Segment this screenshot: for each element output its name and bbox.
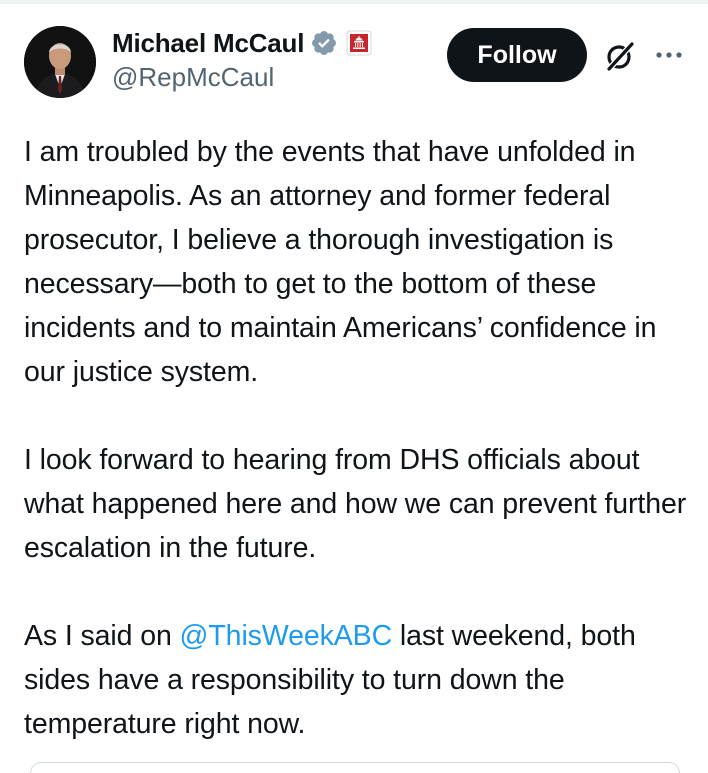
grok-icon[interactable] [604,40,636,72]
handle[interactable]: @RepMcCaul [112,62,372,93]
more-icon[interactable] [652,40,686,70]
tweet-text: I am troubled by the events that have un… [24,130,694,746]
paragraph-3-lead: As I said on [24,620,180,652]
top-divider [0,0,708,4]
us-capitol-badge-icon[interactable] [346,30,372,56]
display-name[interactable]: Michael McCaul [112,28,304,59]
avatar-portrait [24,26,96,98]
tweet-paragraph-1: I am troubled by the events that have un… [24,136,657,388]
author-block: Michael McCaul @RepMcCaul [112,26,372,93]
verified-badge-icon[interactable] [310,29,338,57]
avatar[interactable] [24,26,96,98]
tweet-paragraph-2: I look forward to hearing from DHS offic… [24,444,687,564]
tweet-container: Michael McCaul @RepMcCaul Follow I am tr… [0,0,708,773]
name-row: Michael McCaul [112,26,372,60]
tweet-paragraph-3: As I said on @ThisWeekABC last weekend, … [24,614,694,746]
follow-button[interactable]: Follow [447,28,587,82]
mention-link[interactable]: @ThisWeekABC [180,620,393,652]
